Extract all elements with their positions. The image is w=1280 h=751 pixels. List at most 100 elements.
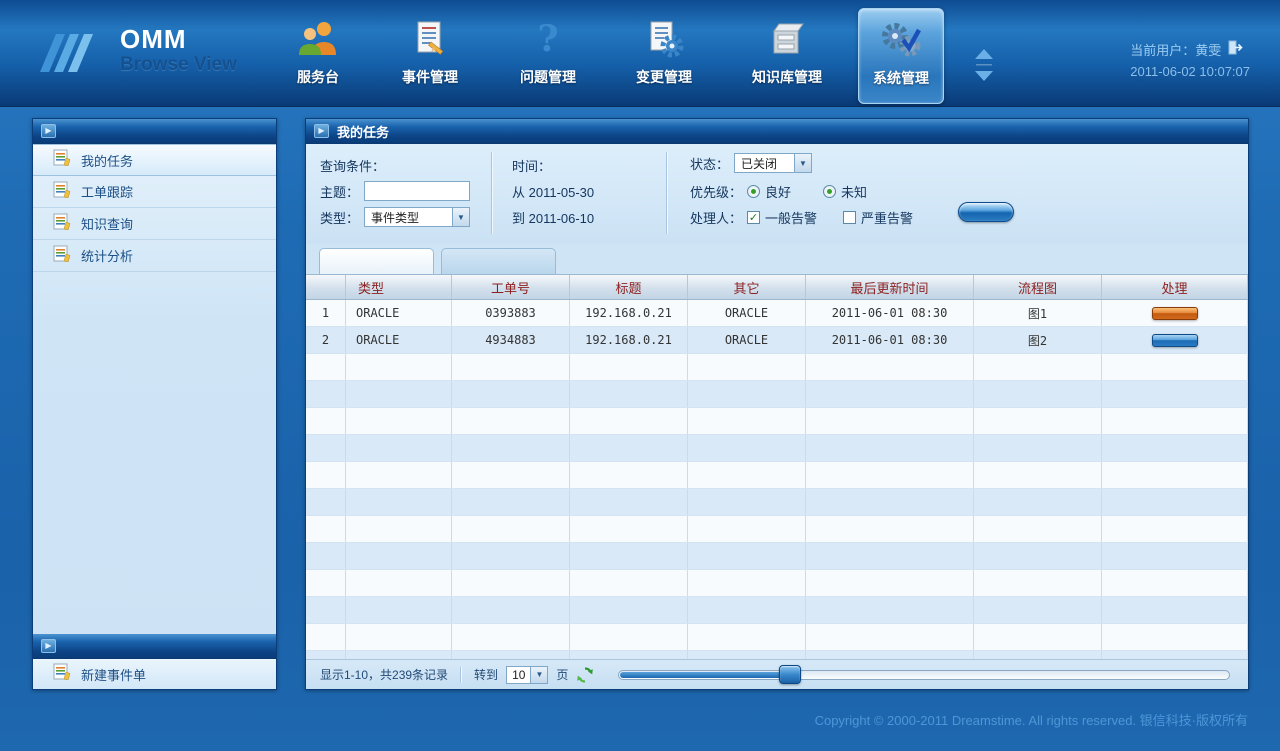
status-label: 状态：	[690, 154, 729, 173]
handler-checkbox-general[interactable]	[747, 211, 760, 224]
priority-radio-good[interactable]	[747, 185, 760, 198]
cell-empty	[570, 489, 688, 515]
cell-empty	[346, 435, 452, 461]
table-row-empty	[306, 489, 1248, 516]
filter-divider	[666, 152, 668, 234]
sidebar-item-label: 知识查询	[81, 214, 133, 233]
cell-empty	[688, 543, 806, 569]
table-row-empty	[306, 651, 1248, 659]
table-header: 类型 工单号 标题 其它 最后更新时间 流程图 处理	[306, 274, 1248, 300]
process-button[interactable]	[1152, 307, 1198, 320]
col-action: 处理	[1102, 275, 1248, 299]
cell-empty	[452, 435, 570, 461]
sidebar-item-knowledge-query[interactable]: 知识查询	[33, 208, 276, 240]
collapse-arrow-icon[interactable]: ▶	[41, 639, 56, 653]
sidebar-item-label: 统计分析	[81, 246, 133, 265]
cell-empty	[806, 624, 974, 650]
nav-item-change-mgmt[interactable]: 变更管理	[612, 8, 716, 104]
sidebar-item-label: 工单跟踪	[81, 182, 133, 201]
cell-empty	[688, 489, 806, 515]
subject-input[interactable]	[364, 181, 470, 201]
cell-empty	[1102, 597, 1248, 623]
sidebar-item-order-tracking[interactable]: 工单跟踪	[33, 176, 276, 208]
sidebar-item-statistics[interactable]: 统计分析	[33, 240, 276, 272]
user-info: 当前用户：黄雯 2011-06-02 10:07:07	[1130, 40, 1250, 82]
type-select[interactable]: 事件类型 ▼	[364, 207, 470, 227]
cell-empty	[306, 408, 346, 434]
table-row-empty	[306, 597, 1248, 624]
cell-empty	[974, 651, 1102, 659]
cell-empty	[306, 381, 346, 407]
main-title-bar: ▶ 我的任务	[306, 119, 1248, 144]
flow-chart-link[interactable]: 图2	[974, 327, 1102, 353]
page-size-select[interactable]: 10 ▼	[506, 666, 548, 684]
cell-empty	[452, 408, 570, 434]
sidebar-item-label: 新建事件单	[81, 665, 146, 684]
nav-label: 问题管理	[520, 67, 576, 87]
cell-empty	[452, 624, 570, 650]
sidebar-item-my-tasks[interactable]: 我的任务	[33, 144, 276, 176]
cell-empty	[306, 462, 346, 488]
collapse-arrow-icon[interactable]: ▶	[41, 124, 56, 138]
cell-empty	[306, 597, 346, 623]
tab-first[interactable]	[319, 248, 434, 274]
page-slider-track[interactable]	[618, 670, 1230, 680]
cell-empty	[688, 597, 806, 623]
table-row-empty	[306, 462, 1248, 489]
time-from-value: 从 2011-05-30	[512, 182, 594, 201]
current-datetime: 2011-06-02 10:07:07	[1130, 61, 1250, 82]
cell-empty	[806, 354, 974, 380]
cell-empty	[974, 354, 1102, 380]
tab-second[interactable]	[441, 248, 556, 274]
cell-empty	[1102, 381, 1248, 407]
cell-empty	[806, 570, 974, 596]
handler-checkbox-severe[interactable]	[843, 211, 856, 224]
cell-empty	[570, 651, 688, 659]
cell-empty	[974, 543, 1102, 569]
cell-order-no: 4934883	[452, 327, 570, 353]
table-row[interactable]: 1 ORACLE 0393883 192.168.0.21 ORACLE 201…	[306, 300, 1248, 327]
table-row-empty	[306, 516, 1248, 543]
cell-empty	[346, 489, 452, 515]
status-select[interactable]: 已关闭 ▼	[734, 153, 812, 173]
cell-empty	[570, 435, 688, 461]
cell-empty	[570, 408, 688, 434]
nav-item-problem-mgmt[interactable]: ? 问题管理	[496, 8, 600, 104]
page-slider-handle[interactable]	[779, 665, 801, 684]
table-row-empty	[306, 381, 1248, 408]
cell-index: 1	[306, 300, 346, 326]
process-button[interactable]	[1152, 334, 1198, 347]
logout-icon[interactable]	[1228, 40, 1244, 61]
cell-empty	[346, 462, 452, 488]
task-doc-icon	[53, 663, 71, 685]
refresh-icon[interactable]	[576, 666, 594, 684]
nav-item-system-mgmt[interactable]: 系统管理	[858, 8, 944, 104]
logo-icon	[38, 26, 116, 79]
cell-empty	[452, 570, 570, 596]
cell-index: 2	[306, 327, 346, 353]
cell-empty	[452, 354, 570, 380]
cell-empty	[306, 435, 346, 461]
cell-order-no: 0393883	[452, 300, 570, 326]
table-row[interactable]: 2 ORACLE 4934883 192.168.0.21 ORACLE 201…	[306, 327, 1248, 354]
priority-radio-unknown[interactable]	[823, 185, 836, 198]
cell-empty	[1102, 516, 1248, 542]
nav-item-incident-mgmt[interactable]: 事件管理	[376, 8, 484, 104]
nav-item-service-desk[interactable]: 服务台	[272, 8, 364, 104]
page-title: 我的任务	[337, 122, 389, 141]
cell-empty	[1102, 408, 1248, 434]
flow-chart-link[interactable]: 图1	[974, 300, 1102, 326]
nav-label: 事件管理	[402, 67, 458, 87]
cell-other: ORACLE	[688, 327, 806, 353]
current-user-label: 当前用户：黄雯	[1130, 40, 1221, 61]
cell-action	[1102, 300, 1248, 326]
sidebar-item-new-incident[interactable]: 新建事件单	[33, 659, 276, 689]
nav-label: 知识库管理	[752, 67, 822, 87]
nav-item-knowledge-base[interactable]: 知识库管理	[728, 8, 846, 104]
table-row-empty	[306, 570, 1248, 597]
collapse-arrow-icon[interactable]: ▶	[314, 124, 329, 138]
cell-empty	[974, 462, 1102, 488]
search-button[interactable]	[958, 202, 1014, 222]
type-label: 类型：	[320, 208, 359, 227]
cell-title: 192.168.0.21	[570, 327, 688, 353]
